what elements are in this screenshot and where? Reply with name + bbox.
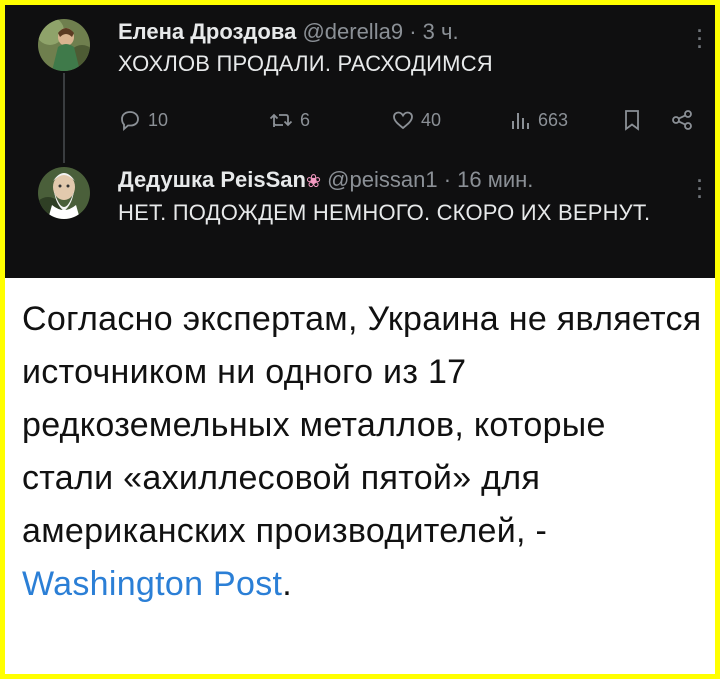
tweet-time[interactable]: 3 ч. (423, 19, 459, 44)
retweet-count: 6 (300, 109, 311, 130)
tweet-text: ХОХЛОВ ПРОДАЛИ. РАСХОДИМСЯ (118, 51, 493, 76)
screenshot-frame: Елена Дроздова @derella9 · 3 ч. ХОХЛОВ П… (5, 5, 715, 674)
retweet-icon (269, 113, 293, 127)
more-icon[interactable]: · · · (697, 172, 703, 206)
tweet-text: НЕТ. ПОДОЖДЕМ НЕМНОГО. СКОРО ИХ ВЕРНУТ. (118, 200, 651, 225)
like-button[interactable]: 40 (391, 105, 441, 135)
tweet-original[interactable]: Елена Дроздова @derella9 · 3 ч. ХОХЛОВ П… (118, 17, 695, 79)
author-name[interactable]: Дедушка PeisSan (118, 167, 306, 192)
thread-connector (63, 73, 65, 163)
meta-separator: · (409, 19, 417, 44)
source-link[interactable]: Washington Post (22, 565, 282, 603)
retweet-button[interactable]: 6 (268, 105, 310, 135)
meta-separator: · (443, 167, 452, 192)
bookmark-button[interactable] (621, 105, 643, 135)
like-count: 40 (421, 109, 442, 130)
views-icon (512, 113, 529, 129)
author-name[interactable]: Елена Дроздова (118, 19, 296, 44)
more-icon[interactable]: · · · (697, 22, 703, 56)
caption-text: Согласно экспертам, Украина не является … (22, 293, 703, 611)
caption-body: Согласно экспертам, Украина не является … (22, 300, 702, 550)
views-count: 663 (538, 109, 569, 130)
share-button[interactable] (670, 105, 694, 135)
tweet-thread: Елена Дроздова @derella9 · 3 ч. ХОХЛОВ П… (5, 5, 715, 278)
reply-icon (121, 111, 139, 131)
author-handle[interactable]: @peissan1 (327, 167, 437, 192)
reply-count: 10 (148, 109, 169, 130)
flower-emoji-icon: ❀ (305, 171, 322, 191)
caption-end: . (282, 565, 293, 603)
author-handle[interactable]: @derella9 (302, 19, 403, 44)
share-icon (672, 110, 692, 130)
avatar[interactable] (38, 167, 90, 219)
tweet-time[interactable]: 16 мин. (457, 167, 533, 192)
like-icon (393, 111, 413, 130)
views-button[interactable]: 663 (510, 105, 568, 135)
reply-button[interactable]: 10 (118, 105, 168, 135)
avatar[interactable] (38, 19, 90, 71)
bookmark-icon (625, 110, 639, 131)
tweet-reply[interactable]: Дедушка PeisSan❀ @peissan1 · 16 мин. НЕТ… (118, 165, 695, 228)
tweet-actions: 10 6 40 663 (118, 105, 692, 135)
